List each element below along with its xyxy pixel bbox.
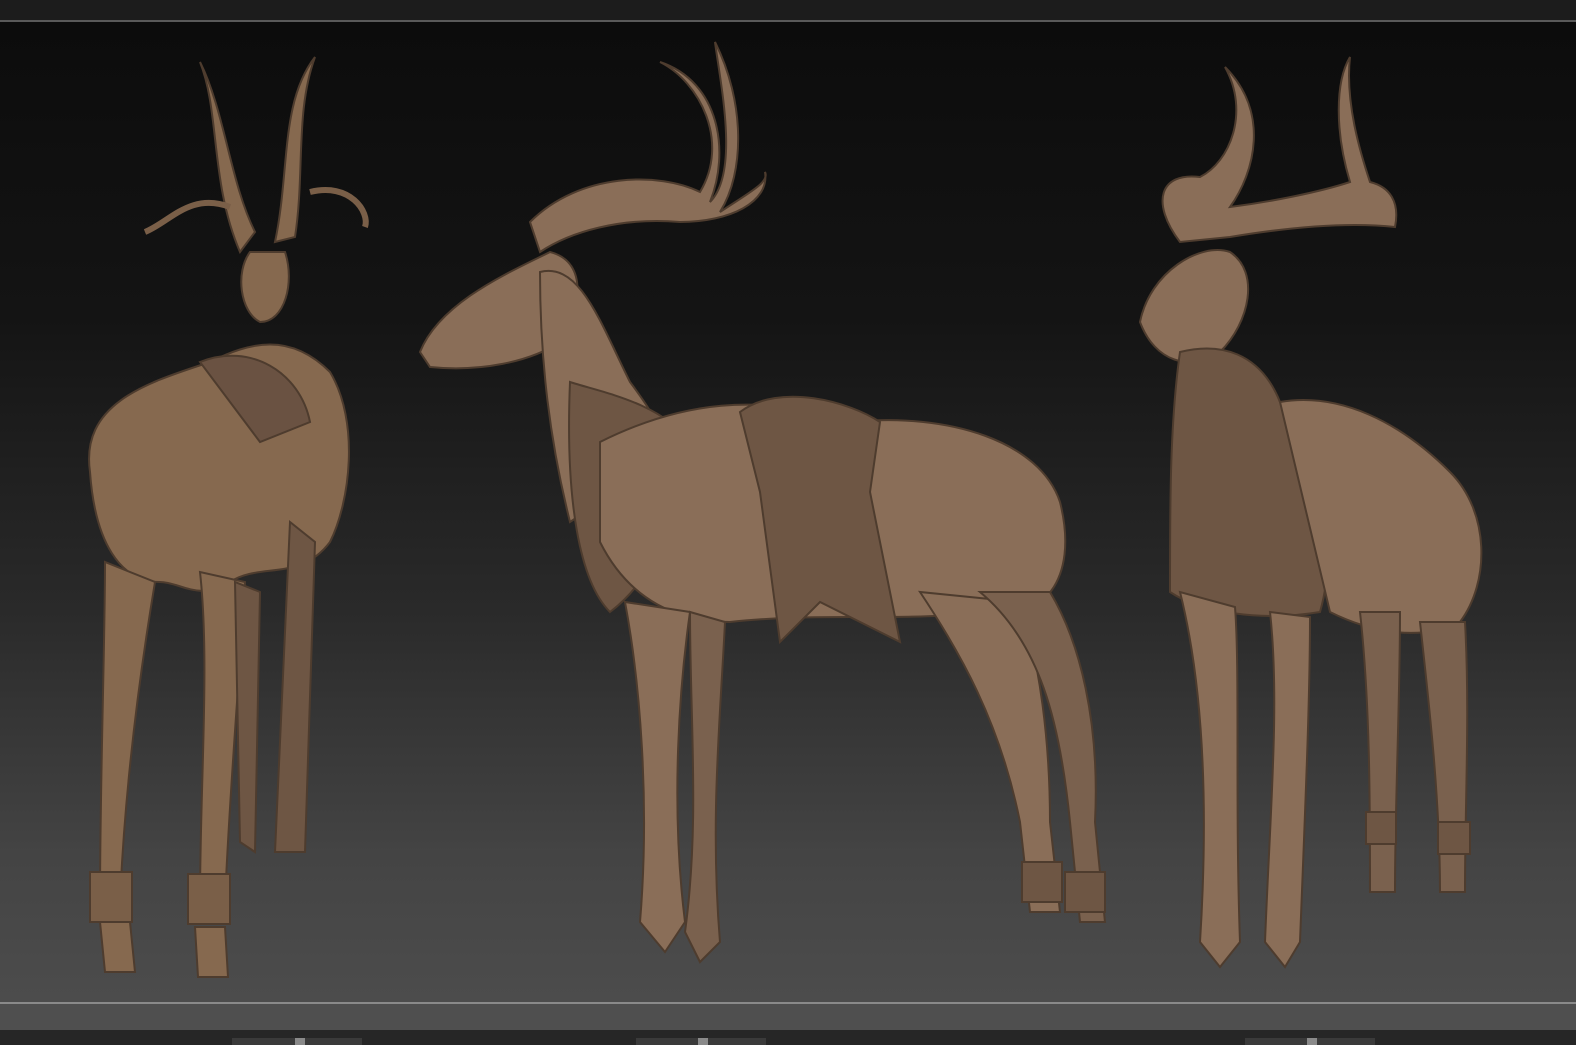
horn-right	[273, 56, 316, 244]
slider-thumb[interactable]	[295, 1038, 305, 1045]
slider-thumb[interactable]	[698, 1038, 708, 1045]
leg-front-right	[273, 519, 317, 853]
creature-front-view	[1138, 56, 1483, 969]
leg-front-1	[623, 600, 692, 954]
horn-left	[199, 61, 257, 254]
horns	[1161, 56, 1398, 244]
leg-front-2	[1263, 610, 1312, 969]
top-toolbar	[0, 0, 1576, 20]
slider-thumb[interactable]	[1307, 1038, 1317, 1045]
creature-back-view	[88, 56, 369, 978]
head	[1138, 249, 1250, 363]
leg-back-left	[98, 560, 157, 903]
leg-front-1	[1178, 590, 1242, 969]
creature-side-view	[418, 41, 1107, 964]
leg-front-left	[233, 580, 262, 854]
head	[240, 251, 290, 324]
bottom-panel	[0, 1004, 1576, 1030]
horns	[528, 41, 767, 254]
leg-front-2	[683, 610, 727, 964]
leg-hind-1	[1358, 611, 1402, 893]
